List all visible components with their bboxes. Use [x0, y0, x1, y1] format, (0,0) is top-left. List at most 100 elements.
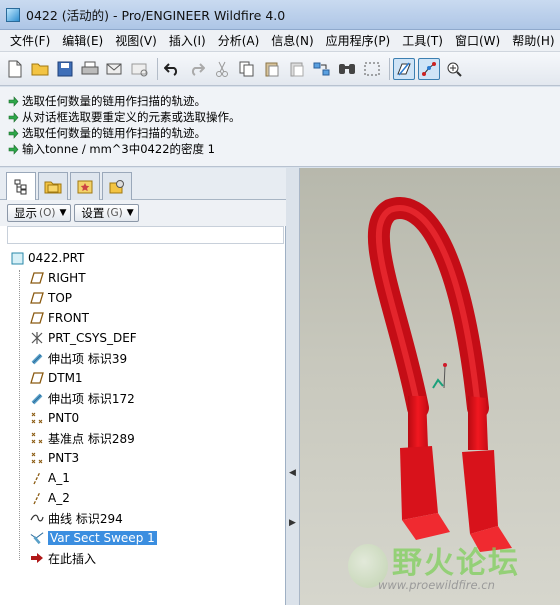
datum-plane-icon: [30, 271, 44, 285]
tree-controls: 显示 (O) ▼ 设置 (G) ▼: [0, 200, 286, 226]
tree-item-label: PNT0: [48, 411, 80, 425]
menu-help[interactable]: 帮助(H): [506, 32, 560, 49]
collapse-left-icon[interactable]: ◀: [289, 468, 296, 480]
tree-filter-strip[interactable]: [7, 226, 284, 244]
message-line: 从对话框选取要重定义的元素或选取操作。: [8, 109, 560, 125]
settings-dropdown-label: 设置: [81, 206, 105, 220]
tree-item-label: RIGHT: [48, 271, 86, 285]
tree-item-a1[interactable]: A_1: [30, 468, 70, 488]
tree-item-csys[interactable]: PRT_CSYS_DEF: [30, 328, 137, 348]
menu-window[interactable]: 窗口(W): [449, 32, 506, 49]
email-icon[interactable]: [104, 58, 126, 80]
tab-favorites[interactable]: [70, 172, 100, 200]
tree-item-label: TOP: [48, 291, 73, 305]
menu-info[interactable]: 信息(N): [265, 32, 319, 49]
tree-item-curve-294[interactable]: 曲线 标识294: [30, 508, 123, 528]
datum-point-icon: [30, 431, 44, 445]
green-arrow-icon: [8, 95, 19, 107]
tree-item-pnt3[interactable]: PNT3: [30, 448, 79, 468]
redo-icon[interactable]: [186, 58, 208, 80]
green-arrow-icon: [8, 143, 19, 155]
print-icon[interactable]: [79, 58, 101, 80]
paste-special-icon[interactable]: [286, 58, 308, 80]
tree-connector-line: [19, 270, 20, 560]
datum-point-icon: [30, 411, 44, 425]
selection-box-icon[interactable]: [361, 58, 383, 80]
paste-icon[interactable]: [261, 58, 283, 80]
new-file-icon[interactable]: [4, 58, 26, 80]
cut-icon[interactable]: [211, 58, 233, 80]
datum-plane-icon: [30, 291, 44, 305]
tree-item-label: 基准点 标识289: [48, 431, 135, 446]
menu-insert[interactable]: 插入(I): [163, 32, 212, 49]
tree-item-label: 伸出项 标识39: [48, 351, 128, 366]
open-folder-icon[interactable]: [29, 58, 51, 80]
menu-tools[interactable]: 工具(T): [396, 32, 449, 49]
tree-item-top[interactable]: TOP: [30, 288, 72, 308]
tree-item-insert-here[interactable]: 在此插入: [30, 548, 96, 568]
tree-item-right[interactable]: RIGHT: [30, 268, 86, 288]
undo-icon[interactable]: [161, 58, 183, 80]
menu-applications[interactable]: 应用程序(P): [320, 32, 397, 49]
tree-root[interactable]: 0422.PRT: [10, 248, 84, 268]
show-dropdown[interactable]: 显示 (O) ▼: [7, 204, 72, 222]
tree-item-label: 伸出项 标识172: [48, 391, 135, 406]
forum-watermark: 野火论坛 www.proewildfire.cn: [348, 538, 554, 600]
menu-file[interactable]: 文件(F): [4, 32, 56, 49]
panel-splitter[interactable]: ◀ ▶: [286, 168, 300, 605]
datum-plane-display-icon[interactable]: [393, 57, 415, 80]
title-bar: 0422 (活动的) - Pro/ENGINEER Wildfire 4.0: [0, 0, 560, 30]
menu-view[interactable]: 视图(V): [109, 32, 163, 49]
tree-item-datum-point-289[interactable]: 基准点 标识289: [30, 428, 135, 448]
part-icon: [10, 251, 24, 265]
zoom-in-icon[interactable]: [443, 58, 465, 80]
message-line: 选取任何数量的链用作扫描的轨迹。: [8, 93, 560, 109]
green-arrow-icon: [8, 127, 19, 139]
tab-folder-browser[interactable]: [38, 172, 68, 200]
regenerate-icon[interactable]: [311, 58, 333, 80]
find-icon[interactable]: [336, 58, 358, 80]
insert-here-arrow-icon: [30, 551, 44, 565]
tree-item-front[interactable]: FRONT: [30, 308, 89, 328]
message-line: 输入tonne / mm^3中0422的密度 1: [8, 141, 560, 157]
datum-plane-icon: [30, 311, 44, 325]
navigator-tabs: [0, 168, 286, 201]
folder-browser-icon: [44, 181, 62, 193]
tree-item-protrusion-39[interactable]: 伸出项 标识39: [30, 348, 127, 368]
settings-dropdown[interactable]: 设置 (G) ▼: [74, 204, 139, 222]
tree-item-label: PRT_CSYS_DEF: [48, 331, 137, 345]
show-dropdown-accel: (O): [39, 207, 56, 219]
copy-icon[interactable]: [236, 58, 258, 80]
email-link-icon[interactable]: [129, 58, 151, 80]
tree-root-label: 0422.PRT: [28, 251, 85, 265]
message-text: 从对话框选取要重定义的元素或选取操作。: [22, 110, 241, 124]
show-dropdown-label: 显示: [14, 206, 37, 220]
protrusion-icon: [30, 391, 44, 405]
tree-item-pnt0[interactable]: PNT0: [30, 408, 79, 428]
tree-item-a2[interactable]: A_2: [30, 488, 70, 508]
caret-down-icon: ▼: [59, 208, 67, 218]
menu-edit[interactable]: 编辑(E): [56, 32, 109, 49]
tree-item-protrusion-172[interactable]: 伸出项 标识172: [30, 388, 135, 408]
menu-analysis[interactable]: 分析(A): [212, 32, 266, 49]
tab-connections[interactable]: [102, 172, 132, 200]
message-area: 选取任何数量的链用作扫描的轨迹。 从对话框选取要重定义的元素或选取操作。 选取任…: [0, 87, 560, 167]
tree-item-dtm1[interactable]: DTM1: [30, 368, 83, 388]
watermark-url: www.proewildfire.cn: [378, 578, 495, 592]
tab-model-tree[interactable]: [6, 172, 36, 201]
connections-icon: [109, 179, 124, 193]
model-tree-panel: 显示 (O) ▼ 设置 (G) ▼ 0422.PRT RIGHT TOP FRO…: [0, 168, 286, 605]
curve-icon: [30, 511, 44, 525]
save-icon[interactable]: [54, 58, 76, 80]
coordinate-system-icon: [30, 331, 44, 345]
datum-axis-icon: [30, 491, 44, 505]
datum-plane-icon: [30, 371, 44, 385]
tree-item-label: 在此插入: [48, 551, 97, 566]
expand-right-icon[interactable]: ▶: [289, 518, 296, 530]
tree-item-var-sect-sweep[interactable]: Var Sect Sweep 1: [30, 528, 157, 548]
datum-axis-display-icon[interactable]: [418, 57, 440, 80]
tree-item-label: 曲线 标识294: [48, 511, 123, 526]
toolbar-separator: [389, 57, 390, 80]
tree-item-label: DTM1: [48, 371, 83, 385]
message-line: 选取任何数量的链用作扫描的轨迹。: [8, 125, 560, 141]
